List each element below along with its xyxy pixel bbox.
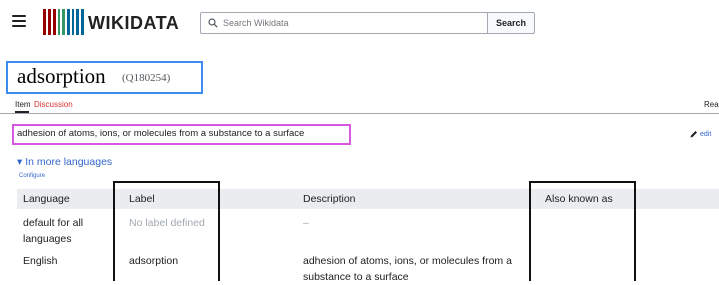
row-language: default for all languages bbox=[23, 217, 84, 245]
aliases-column-outline-right bbox=[634, 181, 636, 281]
item-description: adhesion of atoms, ions, or molecules fr… bbox=[17, 128, 305, 139]
tab-read[interactable]: Rea bbox=[704, 100, 719, 109]
configure-link[interactable]: Configure bbox=[19, 173, 45, 179]
wikidata-logo[interactable] bbox=[43, 7, 84, 35]
column-header-label: Label bbox=[129, 193, 155, 205]
pencil-icon bbox=[690, 131, 697, 138]
language-table-header bbox=[17, 189, 719, 209]
menu-icon[interactable] bbox=[12, 15, 26, 27]
row-description[interactable]: adhesion of atoms, ions, or molecules fr… bbox=[303, 253, 533, 285]
aliases-column-outline-top bbox=[529, 181, 636, 183]
column-header-aliases: Also known as bbox=[545, 193, 613, 205]
row-language: English bbox=[23, 255, 58, 267]
more-languages-toggle[interactable]: ▾ In more languages bbox=[17, 156, 112, 168]
label-column-outline-right bbox=[218, 181, 220, 281]
tab-discussion[interactable]: Discussion bbox=[34, 100, 73, 109]
row-label[interactable]: No label defined bbox=[129, 215, 224, 231]
item-id: (Q180254) bbox=[122, 72, 171, 84]
page-title: adsorption bbox=[17, 64, 106, 88]
label-column-outline-top bbox=[113, 181, 220, 183]
row-label[interactable]: adsorption bbox=[129, 253, 178, 269]
edit-label[interactable]: edit bbox=[700, 131, 711, 138]
column-header-language: Language bbox=[23, 193, 70, 205]
search-icon bbox=[208, 18, 218, 28]
tab-item[interactable]: Item bbox=[15, 100, 31, 109]
aliases-column-outline-left bbox=[529, 181, 531, 281]
row-description[interactable]: – bbox=[303, 215, 309, 231]
search-box[interactable] bbox=[200, 12, 488, 34]
label-column-outline-left bbox=[113, 181, 115, 281]
search-input[interactable] bbox=[218, 17, 475, 29]
site-name[interactable]: WIKIDATA bbox=[88, 13, 179, 34]
search-button[interactable]: Search bbox=[487, 12, 535, 34]
tab-divider bbox=[0, 113, 719, 114]
edit-link[interactable]: edit bbox=[690, 130, 711, 138]
column-header-description: Description bbox=[303, 193, 356, 205]
